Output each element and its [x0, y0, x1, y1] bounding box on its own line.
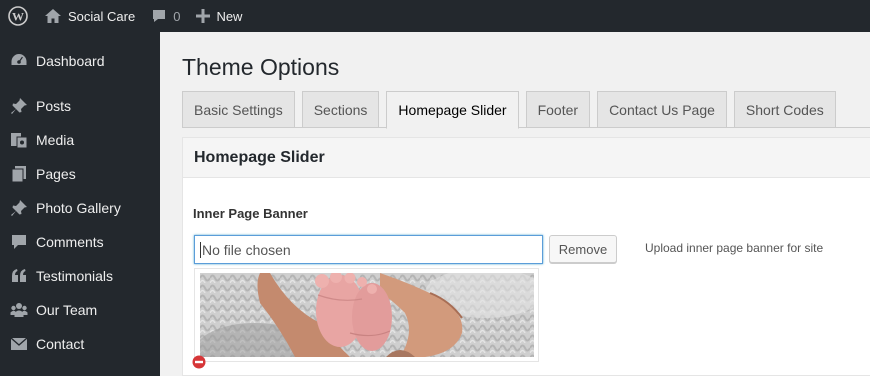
remove-image-icon[interactable] [192, 355, 206, 369]
mail-icon [9, 334, 29, 354]
tab-short-codes[interactable]: Short Codes [733, 91, 836, 128]
quote-icon [9, 266, 29, 286]
sidebar-item-dashboard[interactable]: Dashboard [0, 44, 160, 78]
page-title: Theme Options [182, 54, 340, 80]
comment-icon [153, 10, 166, 22]
text-caret [200, 241, 201, 258]
pin-icon [9, 96, 29, 116]
tab-basic-settings[interactable]: Basic Settings [182, 91, 295, 128]
remove-button[interactable]: Remove [549, 235, 617, 263]
sidebar-item-our-team[interactable]: Our Team [0, 293, 160, 327]
pages-icon [9, 164, 29, 184]
site-name: Social Care [68, 8, 136, 24]
tab-footer[interactable]: Footer [525, 91, 591, 128]
comments-count: 0 [173, 8, 181, 24]
sidebar-item-label: Dashboard [36, 53, 105, 69]
team-icon [9, 300, 29, 320]
admin-bar: W Social Care 0 New [0, 0, 870, 32]
options-tabs: Basic Settings Sections Homepage Slider … [182, 91, 843, 129]
wordpress-icon: W [8, 6, 28, 26]
home-icon [45, 9, 61, 23]
tab-homepage-slider[interactable]: Homepage Slider [386, 91, 519, 129]
inner-page-banner-label: Inner Page Banner [193, 206, 308, 221]
sidebar-separator [0, 78, 160, 89]
new-label: New [216, 8, 243, 24]
svg-text:W: W [12, 10, 24, 24]
sidebar-item-comments[interactable]: Comments [0, 225, 160, 259]
sidebar-item-media[interactable]: Media [0, 123, 160, 157]
sidebar-item-label: Our Team [36, 302, 98, 318]
plus-icon [196, 9, 211, 23]
sidebar-item-label: Media [36, 132, 75, 148]
tab-sections[interactable]: Sections [301, 91, 380, 128]
sidebar-item-label: Posts [36, 98, 72, 114]
main-content: Theme Options Basic Settings Sections Ho… [160, 32, 870, 376]
admin-sidebar: Dashboard Posts Media Pages Photo Galler… [0, 32, 160, 376]
banner-preview [194, 268, 539, 362]
sidebar-item-pages[interactable]: Pages [0, 157, 160, 191]
sidebar-item-label: Testimonials [36, 268, 114, 284]
dashboard-icon [9, 51, 29, 71]
sidebar-item-label: Contact [36, 336, 85, 352]
banner-file-input[interactable]: No file chosen [194, 235, 543, 264]
comment-icon [9, 232, 29, 252]
tabs-divider [182, 127, 870, 128]
site-name-link[interactable]: Social Care [36, 0, 143, 32]
sidebar-item-posts[interactable]: Posts [0, 89, 160, 123]
sidebar-item-label: Pages [36, 166, 76, 182]
media-icon [9, 130, 29, 150]
banner-image [200, 273, 534, 357]
sidebar-item-photo-gallery[interactable]: Photo Gallery [0, 191, 160, 225]
new-content-button[interactable]: New [188, 0, 250, 32]
sidebar-item-label: Comments [36, 234, 104, 250]
pin-icon [9, 198, 29, 218]
panel-heading: Homepage Slider [183, 138, 870, 178]
homepage-slider-panel: Homepage Slider Inner Page Banner No fil… [182, 137, 870, 376]
sidebar-item-contact[interactable]: Contact [0, 327, 160, 361]
file-input-value: No file chosen [202, 241, 291, 258]
sidebar-item-testimonials[interactable]: Testimonials [0, 259, 160, 293]
comments-link[interactable]: 0 [143, 0, 188, 32]
banner-help-text: Upload inner page banner for site [645, 241, 824, 255]
sidebar-item-label: Photo Gallery [36, 200, 121, 216]
tab-contact-us-page[interactable]: Contact Us Page [597, 91, 727, 128]
wordpress-logo-button[interactable]: W [0, 0, 36, 32]
